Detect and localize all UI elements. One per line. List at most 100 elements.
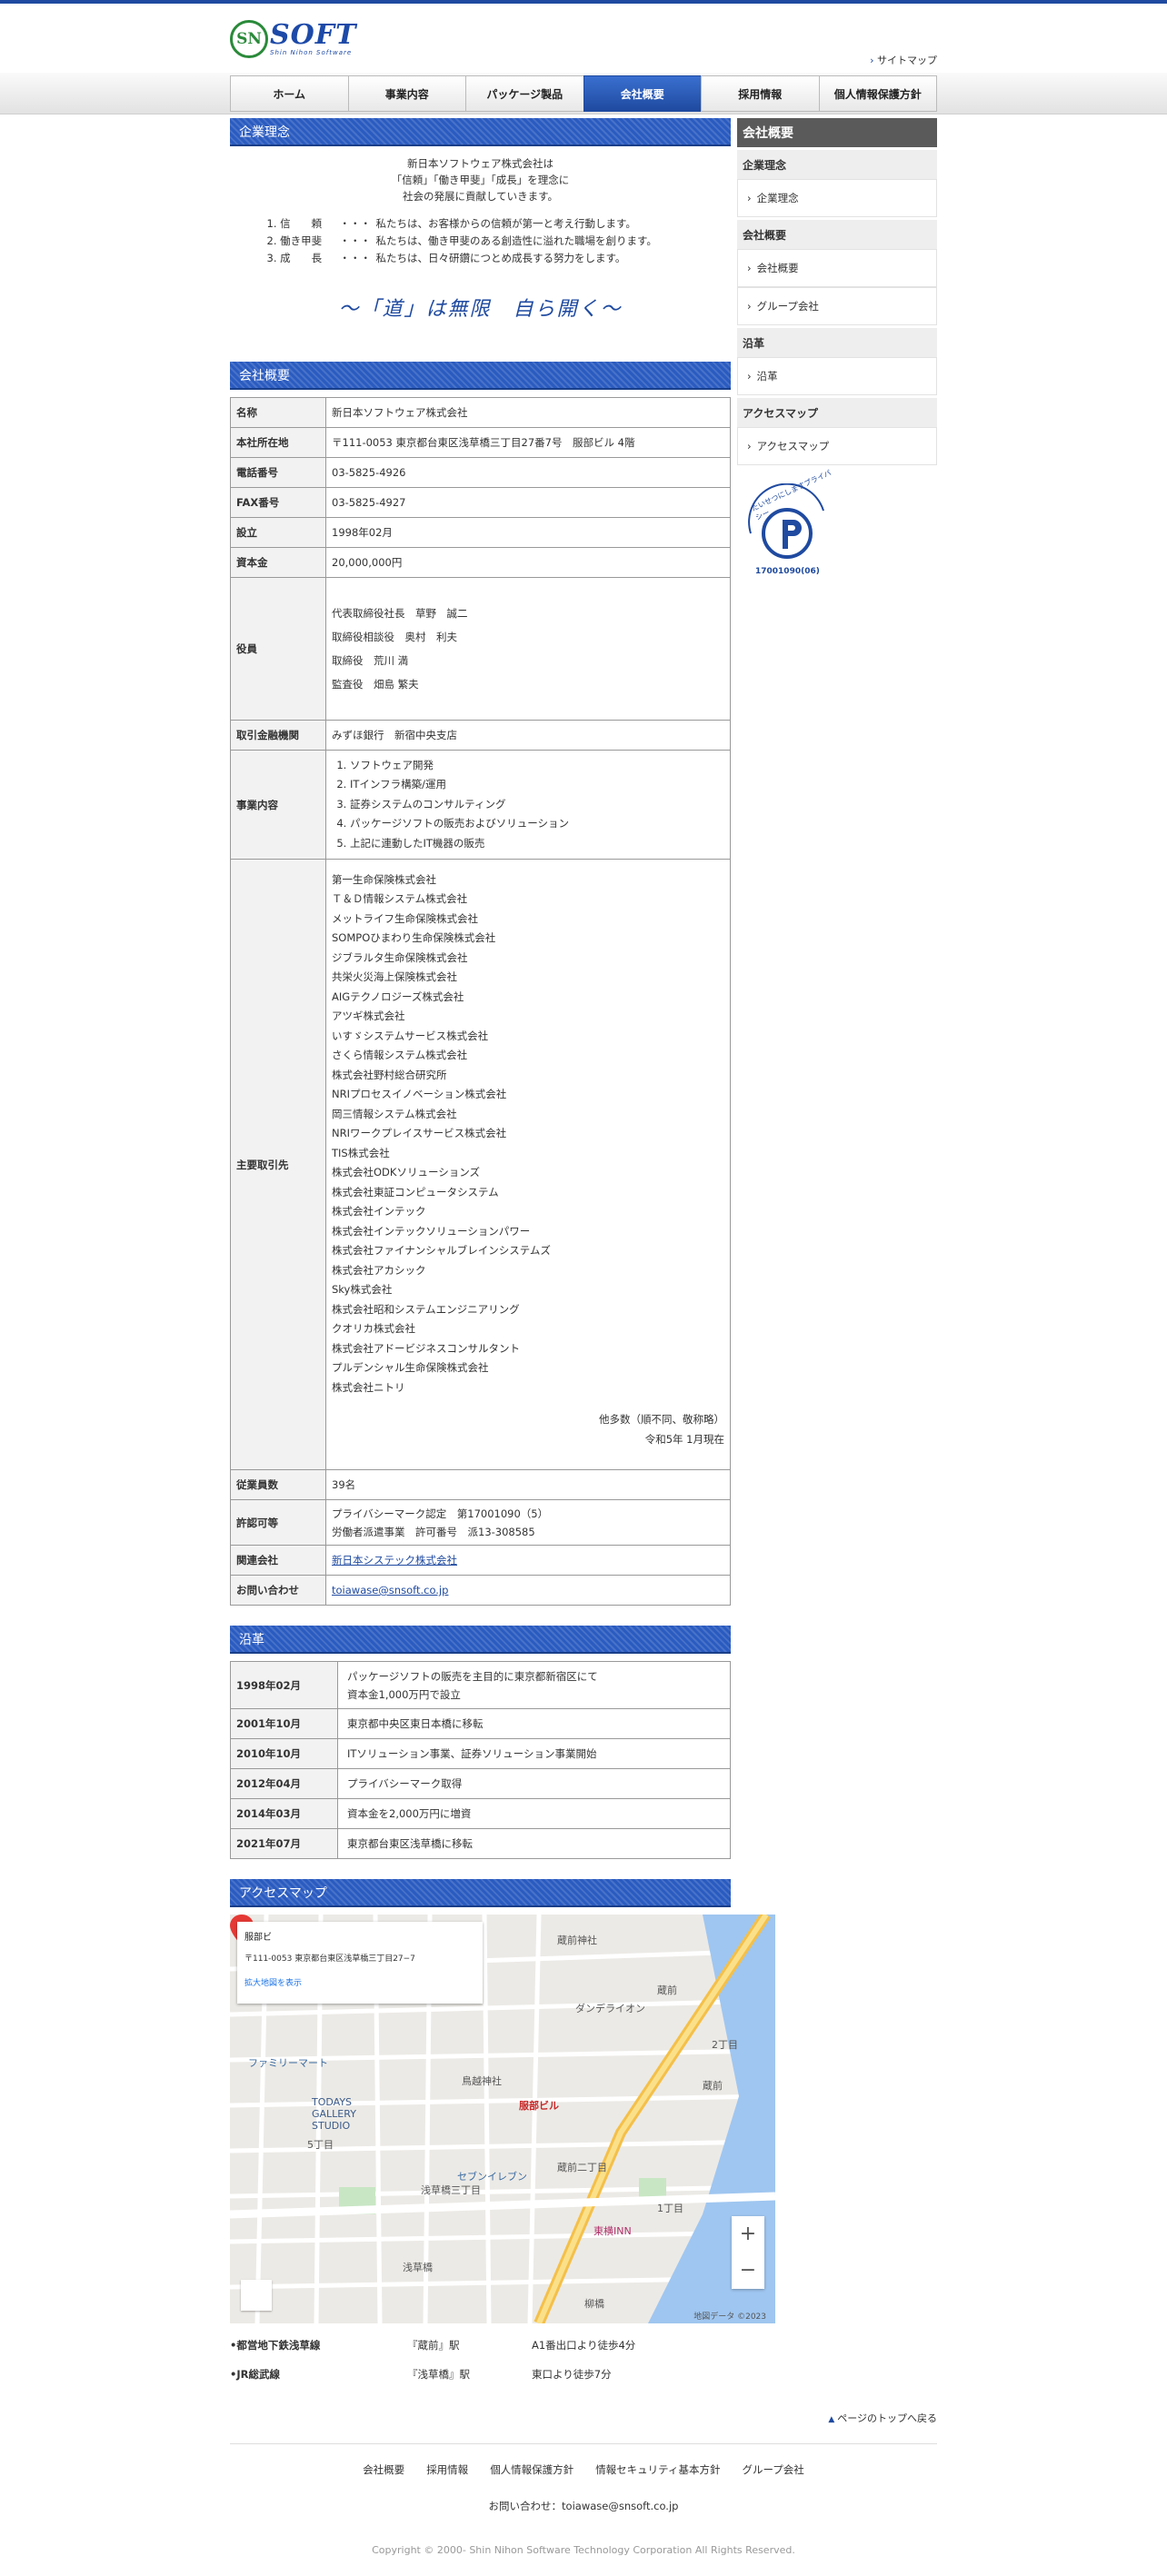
section-heading-philosophy: 企業理念 [230,118,731,146]
table-row: 2001年10月 東京都中央区東日本橋に移転 [230,1708,731,1739]
nav-item[interactable]: 会社概要 [583,75,701,112]
client-item: 共栄火災海上保険株式会社 [332,970,457,984]
table-row: 本社所在地 〒111-0053 東京都台東区浅草橋三丁目27番7号 服部ビル 4階 [230,427,731,458]
history-text: 東京都台東区浅草橋に移転 [337,1828,731,1859]
global-nav-bar: ホーム 事業内容 パッケージ製品 会社概要 採用情報 個人情報保護方針 [0,73,1167,114]
map-larger-link[interactable]: 拡大地図を表示 [244,1976,475,1988]
route-line: •都営地下鉄浅草線 [230,2339,321,2352]
history-date: 2021年07月 [230,1828,338,1859]
principle-item: 2. 働き甲斐 ・・・ 私たちは、働き甲斐のある創造性に溢れた職場を創ります。 [266,234,657,247]
client-list: 第一生命保険株式会社 Ｔ＆Ｄ情報システム株式会社 メットライフ生命保険株式会社 SOM… [332,870,724,1398]
client-item: 株式会社昭和システムエンジニアリング [332,1302,520,1316]
client-item: 第一生命保険株式会社 [332,872,436,886]
clients-note: 他多数（順不同、敬称略） [599,1413,724,1427]
client-item: 株式会社インテックソリューションパワー [332,1224,531,1238]
table-row: 主要取引先 第一生命保険株式会社 Ｔ＆Ｄ情報システム株式会社 メットライフ生命保険株… [230,859,731,1470]
client-item: SOMPOひまわり生命保険株式会社 [332,931,496,945]
history-date: 2010年10月 [230,1738,338,1769]
map-label: 蔵前 [703,2080,723,2092]
street-view-icon[interactable] [241,2280,272,2311]
business-item: ITインフラ構築/運用 [350,775,724,795]
client-item: 株式会社インテック [332,1205,426,1218]
copyright: Copyright © 2000- Shin Nihon Software Te… [372,2544,795,2556]
client-item: TIS株式会社 [332,1146,390,1159]
principle-item: 3. 成 長・・・ 私たちは、日々研鑽につとめ成長する努力をします。 [266,252,626,264]
map-label: TODAYS GALLERY STUDIO [312,2096,356,2132]
sitemap-link[interactable]: サイトマップ [870,53,937,67]
business-item: ソフトウェア開発 [350,756,724,776]
history-line: 資本金1,000万円で設立 [347,1687,461,1701]
client-item: クオリカ株式会社 [332,1322,415,1336]
logo-mark: SN [230,20,268,58]
map-label: ファミリーマート [248,2057,328,2069]
map-label: 東横INN [593,2225,632,2237]
table-row: 2021年07月 東京都台東区浅草橋に移転 [230,1828,731,1859]
client-item: いすゞシステムサービス株式会社 [332,1029,489,1042]
table-row: 事業内容 ソフトウェア開発 ITインフラ構築/運用 証券システムのコンサルティン… [230,750,731,860]
company-overview-table: 名称 新日本ソフトウェア株式会社 本社所在地 〒111-0053 東京都台東区浅草橋… [230,397,731,1606]
nav-item[interactable]: ホーム [230,75,348,112]
sidebar-item[interactable]: 会社概要 [737,249,937,287]
philosophy-line: 新日本ソフトウェア株式会社は [407,157,554,170]
map-label: 1丁目 [657,2203,683,2214]
nav-item[interactable]: 採用情報 [701,75,819,112]
related-company-link[interactable]: 新日本システック株式会社 [332,1554,457,1566]
client-item: Ｔ＆Ｄ情報システム株式会社 [332,892,468,906]
map-label: セブンイレブン [457,2171,527,2183]
route-station: 『浅草橋』駅 [407,2368,470,2381]
table-row: 2012年04月 プライバシーマーク取得 [230,1768,731,1799]
route-station: 『蔵前』駅 [407,2339,460,2352]
officer: 取締役 荒川 満 [332,654,409,667]
nav-item[interactable]: 個人情報保護方針 [818,75,937,112]
sidebar-section-title: 沿革 [737,328,937,357]
zoom-out-button[interactable]: − [732,2253,764,2289]
client-item: NRIプロセスイノベーション株式会社 [332,1088,507,1101]
nav-item[interactable]: 事業内容 [347,75,465,112]
clients-date: 令和5年 1月現在 [644,1432,724,1446]
sidebar-item[interactable]: グループ会社 [737,287,937,325]
footer-link[interactable]: 採用情報 [426,2463,468,2476]
client-item: 岡三情報システム株式会社 [332,1107,457,1120]
officer: 監査役 畑島 繁夫 [332,678,419,691]
client-item: アツギ株式会社 [332,1010,405,1023]
inquiry-email-link[interactable]: toiawase@snsoft.co.jp [332,1584,448,1596]
client-item: ジブラルタ生命保険株式会社 [332,950,468,964]
privacy-mark-number: 17001090(06) [755,567,820,576]
history-line: 東京都中央区東日本橋に移転 [347,1717,484,1730]
google-map[interactable]: 蔵前神社 ダンデライオン 蔵前 蔵前 2丁目 鳥越神社 TODAYS GALLE… [230,1915,775,2323]
history-line: ITソリューション事業、証券ソリューション事業開始 [347,1747,597,1760]
footer-link[interactable]: 個人情報保護方針 [490,2463,574,2476]
business-item: 証券システムのコンサルティング [350,795,724,815]
philosophy-intro: 新日本ソフトウェア株式会社は 「信頼」「働き甲斐」「成長」を理念に 社会の発展に… [230,146,731,204]
footer-link[interactable]: 会社概要 [363,2463,404,2476]
business-item: 上記に連動したIT機器の販売 [350,834,724,854]
nav-item[interactable]: パッケージ製品 [465,75,584,112]
history-text: パッケージソフトの販売を主目的に東京都新宿区にて 資本金1,000万円で設立 [337,1661,731,1709]
history-text: ITソリューション事業、証券ソリューション事業開始 [337,1738,731,1769]
footer-link[interactable]: 情報セキュリティ基本方針 [595,2463,720,2476]
table-row: 2010年10月 ITソリューション事業、証券ソリューション事業開始 [230,1738,731,1769]
client-item: 株式会社ニトリ [332,1380,405,1394]
main-content: 企業理念 新日本ソフトウェア株式会社は 「信頼」「働き甲斐」「成長」を理念に 社… [230,118,775,2389]
history-date: 2014年03月 [230,1798,338,1829]
zoom-in-button[interactable]: + [732,2216,764,2253]
history-text: 資本金を2,000万円に増資 [337,1798,731,1829]
map-zoom-control: + − [732,2216,764,2289]
table-row: 1998年02月 パッケージソフトの販売を主目的に東京都新宿区にて 資本金1,000… [230,1661,731,1709]
global-nav: ホーム 事業内容 パッケージ製品 会社概要 採用情報 個人情報保護方針 [230,73,937,114]
access-routes: •都営地下鉄浅草線 『蔵前』駅 A1番出口より徒歩4分 •JR総武線 『浅草橋』駅 東口よ… [230,2331,731,2389]
sidebar-item[interactable]: 企業理念 [737,179,937,217]
table-row: 名称 新日本ソフトウェア株式会社 [230,397,731,428]
table-row: 電話番号 03-5825-4926 [230,457,731,488]
philosophy-line: 社会の発展に貢献していきます。 [402,190,558,203]
company-logo[interactable]: SN SOFT Shin Nihon Software [230,20,356,58]
history-text: 東京都中央区東日本橋に移転 [337,1708,731,1739]
sidebar-item[interactable]: 沿革 [737,357,937,395]
footer-link[interactable]: グループ会社 [743,2463,804,2476]
back-to-top-link[interactable]: ページのトップへ戻る [230,2411,937,2425]
map-label: 蔵前 [657,1984,677,1996]
map-place-address: 〒111-0053 東京都台東区浅草橋三丁目27−7 [244,1954,415,1964]
map-copyright: 地図データ ©2023 [693,2312,766,2322]
sidebar-item[interactable]: アクセスマップ [737,427,937,465]
privacy-mark-logo[interactable]: たいせつにしますプライバシー 17001090(06) [737,469,837,583]
